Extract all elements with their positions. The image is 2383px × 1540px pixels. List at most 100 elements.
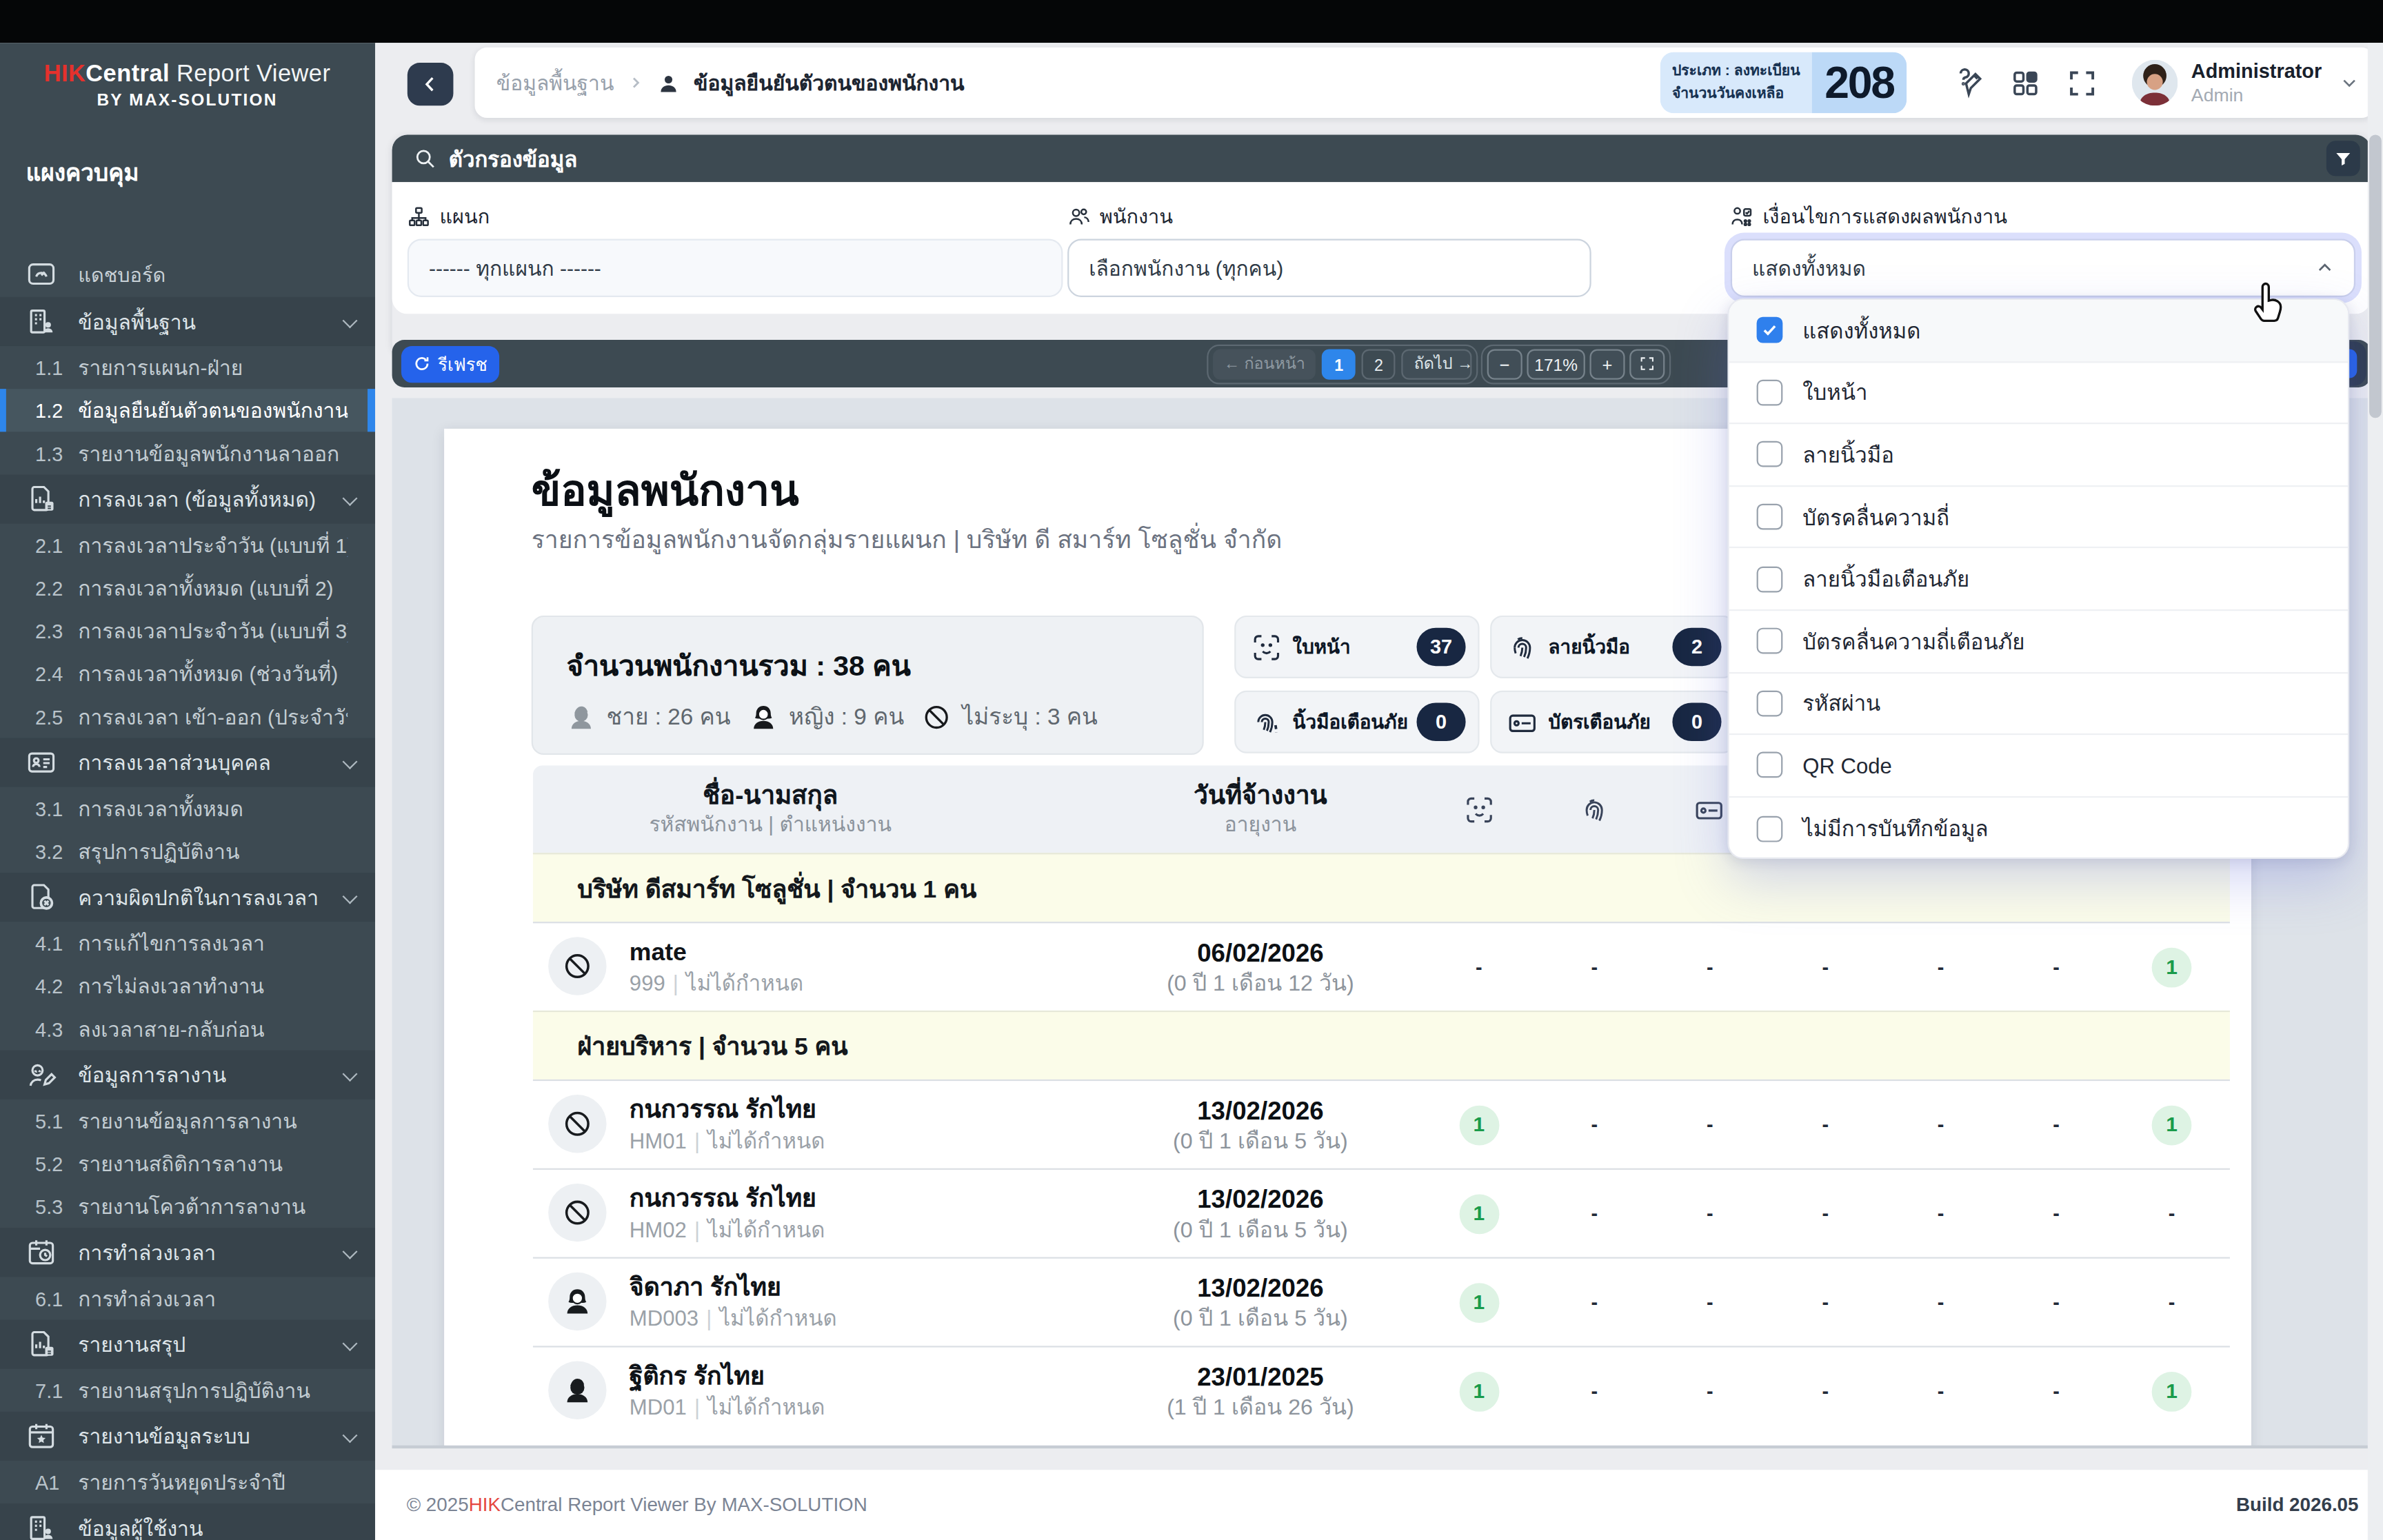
sidebar-item[interactable]: ความผิดปกติในการลงเวลา — [0, 873, 374, 922]
dropdown-option[interactable]: ไม่มีการบันทึกข้อมูล — [1729, 798, 2348, 858]
sidebar-item[interactable]: 5.2 รายงานสถิติการลางาน — [0, 1142, 374, 1185]
avatar[interactable] — [2131, 60, 2178, 106]
sidebar-item-label: การลงเวลา เข้า-ออก (ประจำวัน) — [78, 700, 347, 733]
sidebar-item[interactable]: 5.1 รายงานข้อมูลการลางาน — [0, 1100, 374, 1142]
sidebar-item[interactable]: 5.3 รายงานโควต้าการลางาน — [0, 1185, 374, 1228]
zoom-out-button[interactable]: − — [1487, 348, 1522, 378]
tenure: (0 ปี 1 เดือน 5 วัน) — [1100, 1126, 1421, 1156]
sidebar-item[interactable]: รายงานสรุป — [0, 1320, 374, 1369]
apps-grid-icon[interactable] — [2009, 67, 2042, 99]
checkbox[interactable] — [1757, 566, 1783, 592]
next-page-button[interactable]: ถัดไป → — [1402, 348, 1472, 378]
sidebar-item[interactable]: 3.2 สรุปการปฏิบัติงาน — [0, 830, 374, 873]
sidebar-item[interactable]: แดชบอร์ด — [0, 251, 374, 297]
dropdown-option[interactable]: ลายนิ้วมือเตือนภัย — [1729, 549, 2348, 611]
sidebar-item[interactable]: การทำล่วงเวลา — [0, 1228, 374, 1277]
scrollbar[interactable] — [2368, 43, 2383, 1540]
dropdown-option[interactable]: รหัสผ่าน — [1729, 673, 2348, 735]
checkbox[interactable] — [1757, 317, 1783, 343]
back-button[interactable] — [407, 63, 453, 105]
user-info[interactable]: Administrator Admin — [2191, 60, 2322, 106]
scrollbar-thumb[interactable] — [2369, 134, 2382, 418]
sidebar-item-label: การทำล่วงเวลา — [78, 1235, 347, 1269]
sidebar-item[interactable]: 2.3 การลงเวลาประจำวัน (แบบที่ 3) — [0, 609, 374, 652]
sidebar-item[interactable]: 4.1 การแก้ไขการลงเวลา — [0, 922, 374, 964]
table-row[interactable]: กนกวรรณ รักไทย HM01|ไม่ได้กำหนด 13/02/20… — [533, 1080, 2230, 1168]
group-header-row: ฝ่ายบริหาร | จำนวน 5 คน — [533, 1011, 2230, 1080]
sidebar-item[interactable]: ข้อมูลพื้นฐาน — [0, 297, 374, 346]
sidebar-item[interactable]: 1.2 ข้อมูลยืนยันตัวตนของพนักงาน — [0, 389, 374, 432]
employee-code: 999 — [630, 971, 665, 995]
sidebar-item[interactable]: 2.1 การลงเวลาประจำวัน (แบบที่ 1) — [0, 524, 374, 567]
sidebar-item-label: รายการแผนก-ฝ่าย — [78, 351, 347, 385]
table-row[interactable]: mate 999|ไม่ได้กำหนด 06/02/2026 (0 ปี 1 … — [533, 922, 2230, 1011]
sidebar-item[interactable]: 1.1 รายการแผนก-ฝ่าย — [0, 346, 374, 389]
hire-date: 13/02/2026 — [1100, 1093, 1421, 1126]
checkbox[interactable] — [1757, 628, 1783, 654]
field-label-employee: พนักงาน — [1067, 201, 1173, 233]
checkbox[interactable] — [1757, 815, 1783, 842]
pen-question-icon[interactable] — [1952, 67, 1984, 99]
checkbox[interactable] — [1757, 504, 1783, 530]
credential-badge: ลายนิ้วมือ 2 — [1490, 616, 1735, 678]
sidebar-item[interactable]: 6.1 การทำล่วงเวลา — [0, 1277, 374, 1319]
sidebar-item[interactable]: 2.4 การลงเวลาทั้งหมด (ช่วงวันที่) — [0, 652, 374, 695]
dropdown-option[interactable]: บัตรคลื่นความถี่เตือนภัย — [1729, 611, 2348, 673]
dropdown-option[interactable]: บัตรคลื่นความถี่ — [1729, 487, 2348, 549]
gender-icon — [923, 702, 952, 731]
chevron-down-icon[interactable] — [2340, 74, 2359, 92]
refresh-button[interactable]: รีเฟรช — [401, 345, 500, 382]
sidebar-item[interactable]: 7.1 รายงานสรุปการปฏิบัติงาน — [0, 1369, 374, 1412]
sidebar-item[interactable]: 4.2 การไม่ลงเวลาทำงาน — [0, 964, 374, 1007]
department-select[interactable]: ------ ทุกแผนก ------ — [408, 239, 1063, 296]
cell-value: - — [1938, 955, 1944, 978]
people-icon — [1067, 205, 1090, 228]
filter-toggle-button[interactable] — [2326, 141, 2360, 176]
table-row[interactable]: กนกวรรณ รักไทย HM02|ไม่ได้กำหนด 13/02/20… — [533, 1168, 2230, 1257]
checkbox[interactable] — [1757, 442, 1783, 468]
sidebar-item[interactable]: ข้อมูลผู้ใช้งาน — [0, 1503, 374, 1540]
checkbox[interactable] — [1757, 753, 1783, 779]
chevron-down-icon — [344, 1253, 356, 1265]
sidebar-item-code: 3.1 — [35, 797, 78, 820]
checkbox[interactable] — [1757, 690, 1783, 716]
count-pill: 0 — [1417, 702, 1466, 741]
sidebar-item[interactable]: A1 รายการวันหยุดประจำปี — [0, 1461, 374, 1503]
dropdown-option[interactable]: ใบหน้า — [1729, 362, 2348, 424]
mouse-cursor — [2246, 282, 2286, 328]
cell-value: - — [2169, 1290, 2175, 1313]
employee-code: MD01 — [630, 1395, 687, 1419]
dropdown-option[interactable]: QR Code — [1729, 735, 2348, 797]
sidebar-item[interactable]: การลงเวลา (ข้อมูลทั้งหมด) — [0, 475, 374, 524]
sidebar-item[interactable]: การลงเวลาส่วนบุคคล — [0, 738, 374, 787]
sidebar-item[interactable]: 1.3 รายงานข้อมูลพนักงานลาออก — [0, 432, 374, 474]
sidebar-item-label: การลงเวลาประจำวัน (แบบที่ 3) — [78, 614, 347, 648]
sidebar-item[interactable]: รายงานข้อมูลระบบ — [0, 1412, 374, 1461]
gender-stat: หญิง : 9 คน — [749, 698, 904, 735]
sidebar-item[interactable]: 4.3 ลงเวลาสาย-กลับก่อน — [0, 1007, 374, 1050]
prev-page-button[interactable]: ← ก่อนหน้า — [1213, 348, 1316, 378]
sidebar-item[interactable]: 2.5 การลงเวลา เข้า-ออก (ประจำวัน) — [0, 695, 374, 738]
fullscreen-icon[interactable] — [2066, 67, 2098, 99]
sidebar-item[interactable]: ข้อมูลการลางาน — [0, 1051, 374, 1100]
row-avatar — [548, 1362, 606, 1420]
zoom-in-button[interactable]: + — [1590, 348, 1625, 378]
table-group: ฝ่ายบริหาร | จำนวน 5 คน กนกวรรณ รักไทย — [533, 1011, 2230, 1435]
chevron-down-icon — [344, 1344, 356, 1357]
checkbox[interactable] — [1757, 380, 1783, 406]
logo-by: BY MAX-SOLUTION — [0, 91, 374, 112]
dropdown-option[interactable]: ลายนิ้วมือ — [1729, 425, 2348, 487]
sidebar-item-code: 1.1 — [35, 356, 78, 378]
sidebar-item[interactable]: 2.2 การลงเวลาทั้งหมด (แบบที่ 2) — [0, 567, 374, 609]
page-1-button[interactable]: 1 — [1322, 348, 1356, 378]
breadcrumb-parent[interactable]: ข้อมูลพื้นฐาน — [496, 66, 614, 100]
table-row[interactable]: ฐิติกร รักไทย MD01|ไม่ได้กำหนด 23/01/202… — [533, 1346, 2230, 1435]
sidebar-item-icon — [26, 1512, 57, 1540]
table-row[interactable]: จิดาภา รักไทย MD003|ไม่ได้กำหนด 13/02/20… — [533, 1257, 2230, 1346]
sidebar-item-label: ข้อมูลพื้นฐาน — [78, 305, 347, 338]
user-role: Admin — [2191, 83, 2322, 105]
employee-select[interactable]: เลือกพนักงาน (ทุกคน) — [1067, 239, 1591, 296]
fit-screen-button[interactable] — [1629, 348, 1665, 378]
page-2-button[interactable]: 2 — [1362, 348, 1396, 378]
sidebar-item[interactable]: 3.1 การลงเวลาทั้งหมด — [0, 787, 374, 830]
